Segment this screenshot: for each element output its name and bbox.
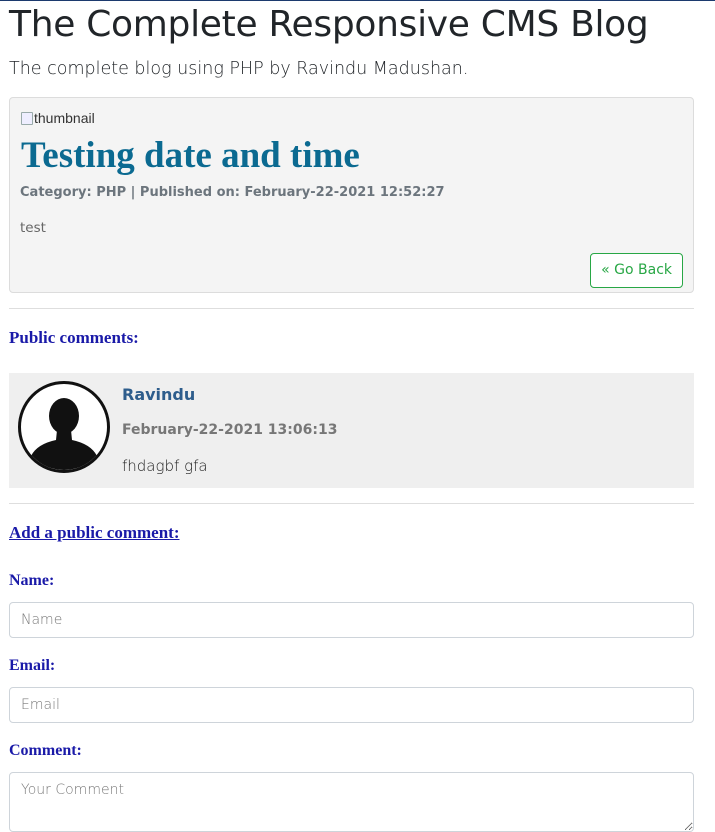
email-label: Email: — [9, 657, 56, 674]
post-card: thumbnail Testing date and time Category… — [9, 97, 694, 293]
divider — [9, 503, 694, 504]
comment-text: fhdagbf gfa — [122, 457, 208, 475]
go-back-button[interactable]: « Go Back — [590, 253, 683, 288]
post-body: test — [20, 220, 46, 236]
thumbnail-alt-text: thumbnail — [34, 110, 95, 126]
comment-author: Ravindu — [122, 385, 196, 404]
divider — [9, 308, 694, 309]
broken-image-icon — [20, 110, 34, 126]
post-thumbnail: thumbnail — [20, 110, 95, 126]
site-subtitle: The complete blog using PHP by Ravindu M… — [9, 59, 469, 79]
comment-item: Ravindu February-22-2021 13:06:13 fhdagb… — [9, 373, 694, 488]
add-comment-heading[interactable]: Add a public comment: — [9, 523, 179, 543]
avatar — [18, 381, 110, 473]
public-comments-heading: Public comments: — [9, 328, 139, 347]
comment-textarea[interactable] — [9, 772, 694, 832]
post-title: Testing date and time — [21, 135, 360, 176]
name-input[interactable] — [9, 602, 694, 638]
name-label: Name: — [9, 572, 55, 589]
comment-date: February-22-2021 13:06:13 — [122, 422, 338, 438]
user-silhouette-icon — [27, 398, 101, 470]
email-input[interactable] — [9, 687, 694, 723]
post-meta: Category: PHP | Published on: February-2… — [20, 185, 445, 200]
site-title: The Complete Responsive CMS Blog — [9, 4, 649, 45]
comment-label: Comment: — [9, 742, 82, 759]
